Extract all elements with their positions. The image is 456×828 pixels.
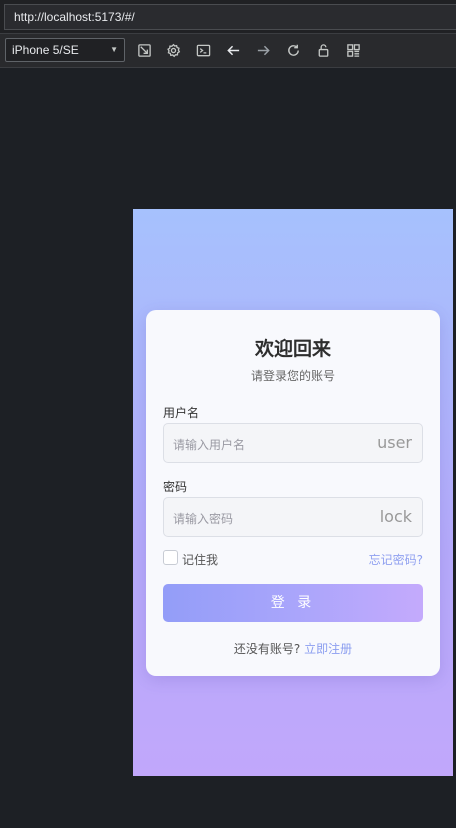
remember-label[interactable]: 记住我 <box>182 551 218 568</box>
grid-icon[interactable] <box>342 39 364 61</box>
device-select[interactable]: iPhone 5/SE ▼ <box>5 38 125 62</box>
remember-checkbox[interactable] <box>163 550 178 565</box>
register-link[interactable]: 立即注册 <box>304 642 352 656</box>
password-label: 密码 <box>163 480 188 494</box>
login-title: 欢迎回来 <box>254 338 331 360</box>
chevron-down-icon: ▼ <box>110 45 118 54</box>
lock-icon: lock <box>379 507 412 526</box>
rotate-icon[interactable] <box>133 39 155 61</box>
login-button[interactable]: 登 录 <box>163 584 423 622</box>
forgot-password-link[interactable]: 忘记密码? <box>369 551 423 568</box>
url-input[interactable]: http://localhost:5173/#/ <box>4 4 456 30</box>
username-label: 用户名 <box>163 406 200 420</box>
password-input[interactable]: 请输入密码 lock <box>163 497 423 537</box>
user-icon: user <box>377 433 412 452</box>
browser-url-bar: http://localhost:5173/#/ <box>0 0 456 34</box>
login-subtitle: 请登录您的账号 <box>250 369 335 383</box>
username-placeholder: 请输入用户名 <box>173 438 246 452</box>
login-card: 欢迎回来 请登录您的账号 用户名 请输入用户名 user 密码 请输入密码 lo… <box>146 310 440 676</box>
device-screen: 欢迎回来 请登录您的账号 用户名 请输入用户名 user 密码 请输入密码 lo… <box>133 209 453 776</box>
settings-icon[interactable] <box>162 39 184 61</box>
username-input[interactable]: 请输入用户名 user <box>163 423 423 463</box>
back-icon[interactable] <box>222 39 244 61</box>
register-prompt: 还没有账号? 立即注册 <box>146 640 440 657</box>
no-account-text: 还没有账号? <box>233 642 305 656</box>
console-icon[interactable] <box>192 39 214 61</box>
lock-icon[interactable] <box>312 39 334 61</box>
device-select-label: iPhone 5/SE <box>12 43 79 57</box>
forward-icon[interactable] <box>252 39 274 61</box>
password-placeholder: 请输入密码 <box>173 512 234 526</box>
reload-icon[interactable] <box>282 39 304 61</box>
